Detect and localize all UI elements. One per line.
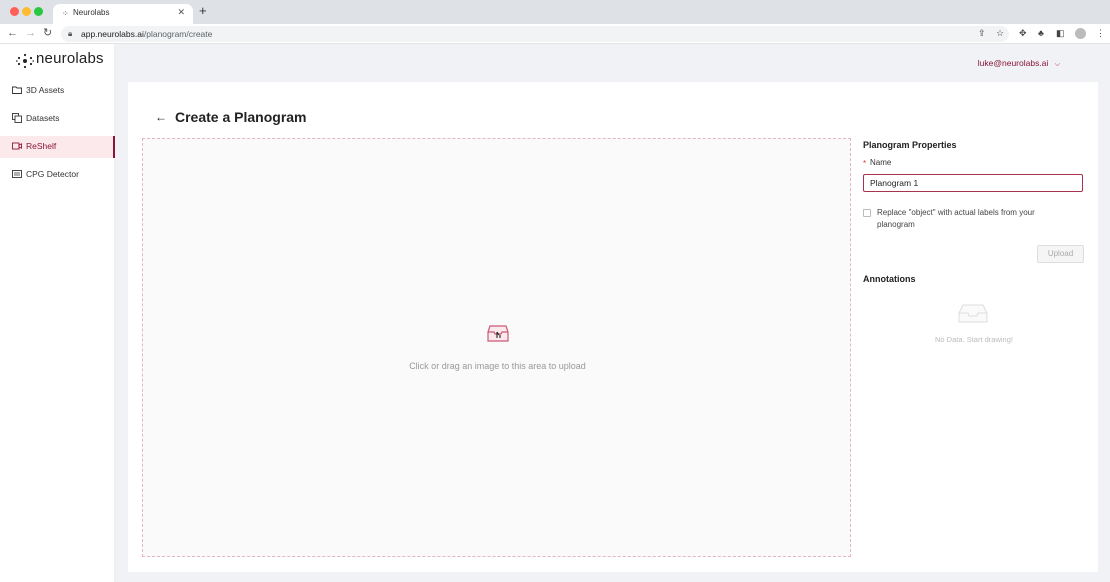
annotations-empty-text: No Data. Start drawing! bbox=[935, 335, 1013, 344]
url-text: app.neurolabs.ai/planogram/create bbox=[81, 29, 213, 39]
dropzone-hint: Click or drag an image to this area to u… bbox=[409, 361, 586, 371]
neurolabs-favicon-icon: ⁘ bbox=[62, 9, 69, 18]
upload-button[interactable]: Upload bbox=[1037, 245, 1084, 263]
name-label: Name bbox=[870, 158, 892, 167]
detector-icon bbox=[12, 170, 22, 178]
neurolabs-logo-icon bbox=[16, 53, 34, 69]
sidebar-item-label: ReShelf bbox=[26, 141, 57, 151]
inbox-upload-icon bbox=[487, 325, 509, 342]
sidebar-item-cpg-detector[interactable]: CPG Detector bbox=[0, 164, 115, 186]
user-menu[interactable]: luke@neurolabs.ai ⌵ bbox=[978, 58, 1060, 69]
replace-labels-checkbox[interactable] bbox=[863, 209, 871, 217]
extension-puzzle-icon[interactable]: ✥ bbox=[1019, 28, 1027, 39]
copy-icon bbox=[12, 113, 22, 123]
sidebar-item-reshelf[interactable]: ReShelf bbox=[0, 136, 115, 158]
annotations-title: Annotations bbox=[863, 274, 916, 284]
minimize-window-button[interactable] bbox=[22, 7, 31, 16]
sidebar-item-3d-assets[interactable]: 3D Assets bbox=[0, 80, 115, 102]
new-tab-button[interactable]: + bbox=[199, 4, 207, 18]
share-icon[interactable]: ⇪ bbox=[978, 28, 986, 39]
logo-text: neurolabs bbox=[36, 50, 104, 67]
main-content: luke@neurolabs.ai ⌵ ← Create a Planogram… bbox=[115, 44, 1110, 582]
tab-close-icon[interactable]: ✕ bbox=[177, 7, 185, 18]
sidebar-item-datasets[interactable]: Datasets bbox=[0, 108, 115, 130]
back-icon[interactable]: ← bbox=[7, 27, 18, 40]
browser-toolbar: ← → ↻ 🔒︎ app.neurolabs.ai/planogram/crea… bbox=[0, 24, 1110, 44]
video-icon bbox=[12, 142, 22, 150]
planogram-card: ← Create a Planogram Click or drag an im… bbox=[128, 82, 1098, 572]
sidebar-item-label: 3D Assets bbox=[26, 85, 65, 95]
back-arrow-icon[interactable]: ← bbox=[155, 110, 167, 124]
user-email: luke@neurolabs.ai bbox=[977, 58, 1049, 68]
forward-icon[interactable]: → bbox=[25, 27, 36, 40]
browser-tab[interactable]: ⁘ Neurolabs ✕ bbox=[53, 4, 193, 24]
side-panel-icon[interactable]: ◧ bbox=[1056, 28, 1065, 39]
url-bar[interactable]: 🔒︎ app.neurolabs.ai/planogram/create bbox=[61, 26, 1009, 42]
sidebar-item-label: Datasets bbox=[26, 113, 60, 123]
page-title: Create a Planogram bbox=[175, 109, 307, 125]
profile-avatar[interactable] bbox=[1075, 28, 1086, 39]
name-field[interactable] bbox=[863, 174, 1083, 192]
maximize-window-button[interactable] bbox=[34, 7, 43, 16]
tab-title: Neurolabs bbox=[73, 8, 110, 17]
folder-icon bbox=[12, 86, 22, 94]
replace-labels-label[interactable]: Replace "object" with actual labels from… bbox=[877, 207, 1067, 231]
chevron-down-icon: ⌵ bbox=[1054, 61, 1060, 68]
sidebar: neurolabs 3D Assets Datasets ReShelf CPG… bbox=[0, 44, 115, 582]
bookmark-star-icon[interactable]: ☆ bbox=[996, 28, 1004, 39]
lock-icon: 🔒︎ bbox=[68, 29, 73, 38]
sidebar-item-label: CPG Detector bbox=[26, 169, 79, 179]
properties-title: Planogram Properties bbox=[863, 140, 957, 150]
extension-icon[interactable]: ♣ bbox=[1038, 28, 1044, 39]
close-window-button[interactable] bbox=[10, 7, 19, 16]
browser-menu-icon[interactable]: ⋮ bbox=[1096, 28, 1105, 39]
required-marker: * bbox=[863, 159, 867, 168]
image-upload-dropzone[interactable]: Click or drag an image to this area to u… bbox=[142, 138, 851, 557]
reload-icon[interactable]: ↻ bbox=[43, 27, 52, 40]
empty-inbox-icon bbox=[958, 304, 988, 323]
browser-tab-bar: ⁘ Neurolabs ✕ + bbox=[0, 0, 1110, 24]
